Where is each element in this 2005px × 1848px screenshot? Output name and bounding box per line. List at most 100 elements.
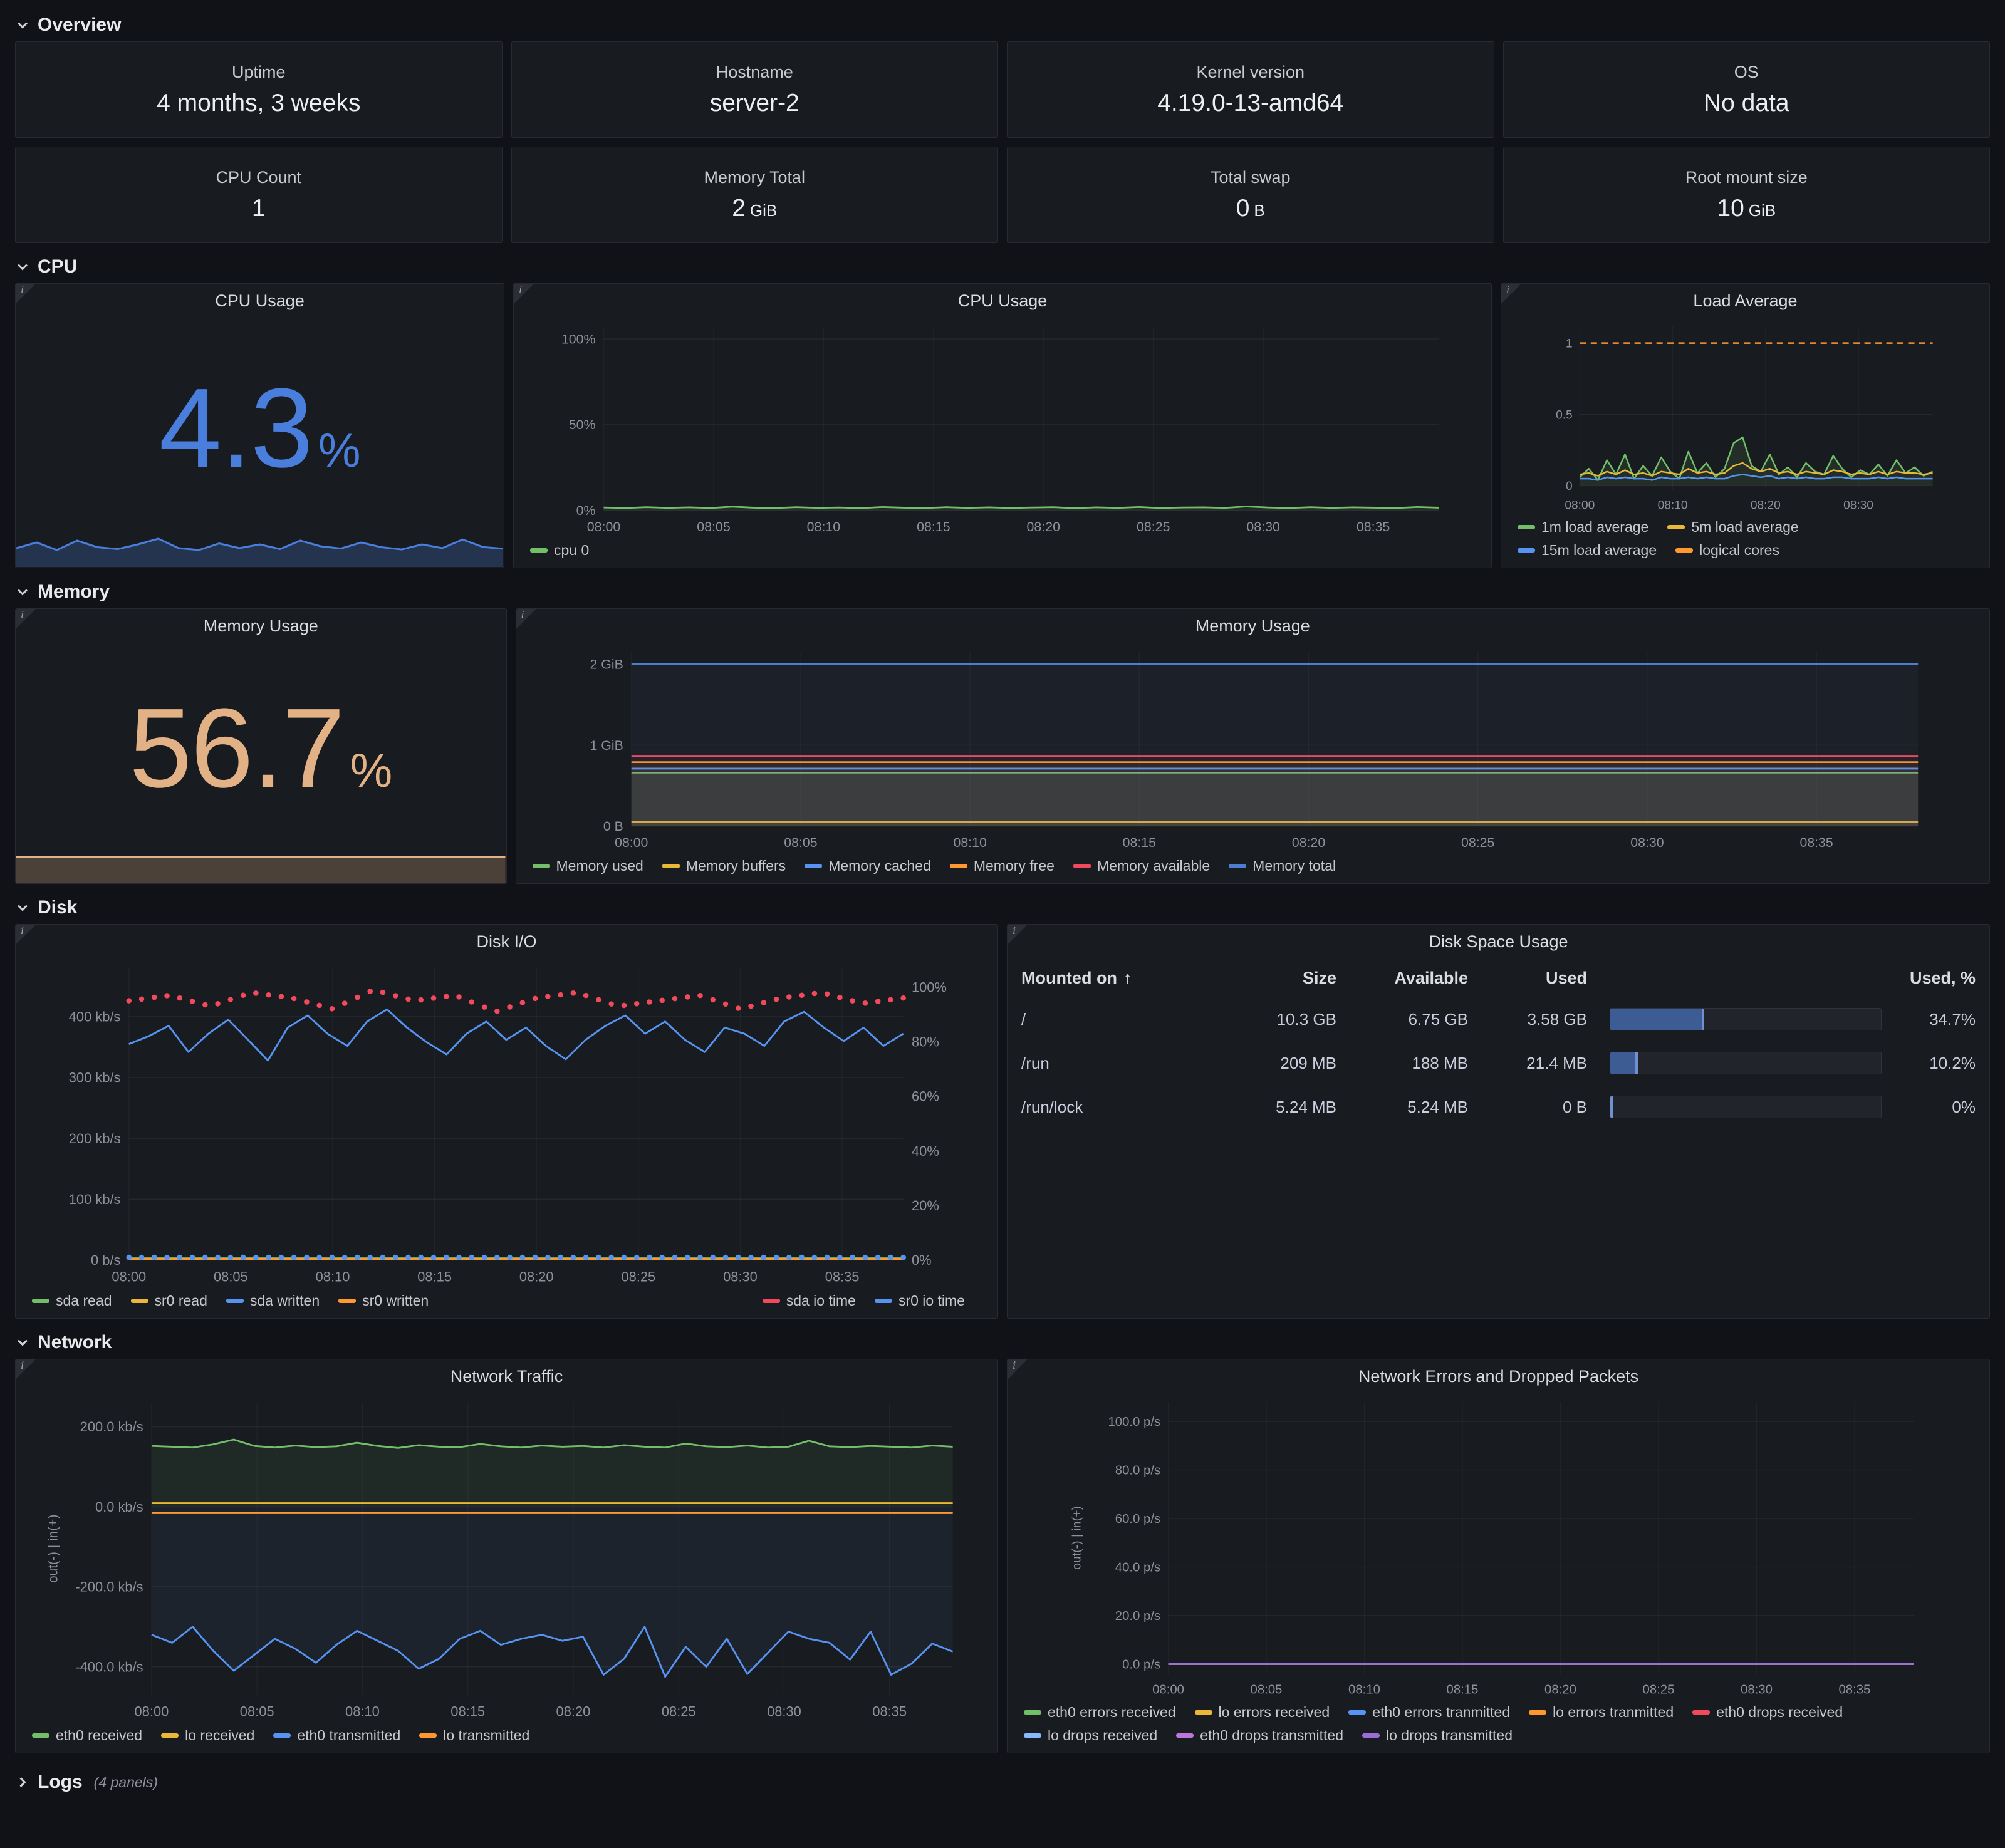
legend-item-5m-load-average[interactable]: 5m load average bbox=[1667, 519, 1798, 536]
svg-text:08:20: 08:20 bbox=[1751, 499, 1781, 512]
series-color-swatch bbox=[763, 1299, 780, 1303]
panel-header[interactable]: Network Traffic bbox=[16, 1359, 997, 1393]
legend-item-eth0-errors-received[interactable]: eth0 errors received bbox=[1024, 1704, 1176, 1721]
panel-memory-total: Memory Total 2GiB bbox=[511, 147, 999, 243]
legend-item-lo-errors-received[interactable]: lo errors received bbox=[1195, 1704, 1330, 1721]
panel-header[interactable]: Load Average bbox=[1501, 284, 1989, 318]
panel-memory-usage-chart: i Memory Usage 0 B1 GiB2 GiB08:0008:0508… bbox=[516, 608, 1991, 884]
series-color-swatch bbox=[1518, 525, 1535, 529]
svg-text:08:00: 08:00 bbox=[1152, 1683, 1184, 1697]
section-header-cpu[interactable]: CPU bbox=[15, 251, 1990, 283]
legend-item-sda-read[interactable]: sda read bbox=[32, 1292, 112, 1309]
svg-text:08:15: 08:15 bbox=[1122, 835, 1155, 850]
section-title-overview: Overview bbox=[38, 14, 121, 36]
section-header-disk[interactable]: Disk bbox=[15, 891, 1990, 924]
memory-usage-timeseries[interactable]: 0 B1 GiB2 GiB08:0008:0508:1008:1508:2008… bbox=[516, 643, 1990, 855]
panel-info-icon[interactable]: i bbox=[16, 284, 36, 304]
svg-text:08:00: 08:00 bbox=[112, 1269, 146, 1285]
section-header-overview[interactable]: Overview bbox=[15, 9, 1990, 41]
sort-ascending-icon[interactable]: ↑ bbox=[1123, 968, 1132, 988]
legend-item-Memory-available[interactable]: Memory available bbox=[1073, 858, 1210, 875]
cpu-usage-timeseries[interactable]: 0%50%100%08:0008:0508:1008:1508:2008:250… bbox=[514, 318, 1491, 539]
panel-info-icon[interactable]: i bbox=[16, 609, 36, 629]
legend-item-lo-drops-transmitted[interactable]: lo drops transmitted bbox=[1362, 1727, 1513, 1744]
legend-item-eth0-drops-transmitted[interactable]: eth0 drops transmitted bbox=[1176, 1727, 1343, 1744]
legend-item-eth0-drops-received[interactable]: eth0 drops received bbox=[1692, 1704, 1843, 1721]
panel-header[interactable]: CPU Usage bbox=[514, 284, 1491, 318]
section-header-logs[interactable]: Logs (4 panels) bbox=[15, 1766, 1990, 1799]
legend-item-sr0-written[interactable]: sr0 written bbox=[338, 1292, 429, 1309]
legend-item-Memory-used[interactable]: Memory used bbox=[533, 858, 643, 875]
legend-label: sr0 read bbox=[155, 1292, 207, 1309]
legend-label: lo received bbox=[185, 1727, 254, 1744]
panel-header[interactable]: CPU Usage bbox=[16, 284, 504, 318]
network-grid: i Network Traffic 200.0 kb/s0.0 kb/s-200… bbox=[15, 1359, 1990, 1753]
panel-info-icon[interactable]: i bbox=[1501, 284, 1521, 304]
column-header-used[interactable]: Used bbox=[1468, 968, 1587, 988]
disk-space-table: Mounted on ↑ Size Available Used Used, %… bbox=[1008, 958, 1989, 1318]
column-header-available[interactable]: Available bbox=[1336, 968, 1468, 988]
legend-item-Memory-buffers[interactable]: Memory buffers bbox=[662, 858, 786, 875]
panel-info-icon[interactable]: i bbox=[1008, 925, 1028, 945]
panel-info-icon[interactable]: i bbox=[516, 609, 536, 629]
series-color-swatch bbox=[1348, 1710, 1366, 1715]
panel-header[interactable]: Disk I/O bbox=[16, 925, 997, 958]
svg-text:60%: 60% bbox=[912, 1089, 939, 1104]
panel-header[interactable]: Disk Space Usage bbox=[1008, 925, 1989, 958]
legend-item-lo-errors-tranmitted[interactable]: lo errors tranmitted bbox=[1529, 1704, 1674, 1721]
panel-info-icon[interactable]: i bbox=[16, 925, 36, 945]
panel-header[interactable]: Memory Usage bbox=[16, 609, 506, 643]
legend-item-lo-drops-received[interactable]: lo drops received bbox=[1024, 1727, 1157, 1744]
series-color-swatch bbox=[1518, 548, 1535, 553]
legend-item-lo-transmitted[interactable]: lo transmitted bbox=[419, 1727, 529, 1744]
panel-info-icon[interactable]: i bbox=[1008, 1359, 1028, 1379]
column-header-mounted-on[interactable]: Mounted on ↑ bbox=[1021, 968, 1211, 988]
legend-item-eth0-received[interactable]: eth0 received bbox=[32, 1727, 142, 1744]
legend-item-sda-io-time[interactable]: sda io time bbox=[763, 1292, 856, 1309]
network-errors-timeseries[interactable]: 0.0 p/s20.0 p/s40.0 p/s60.0 p/s80.0 p/s1… bbox=[1008, 1393, 1989, 1701]
disk-io-timeseries[interactable]: 0 b/s100 kb/s200 kb/s300 kb/s400 kb/s0%2… bbox=[16, 958, 997, 1290]
legend-item-lo-received[interactable]: lo received bbox=[161, 1727, 254, 1744]
column-header-size[interactable]: Size bbox=[1211, 968, 1336, 988]
legend-item-eth0-errors-tranmitted[interactable]: eth0 errors tranmitted bbox=[1348, 1704, 1510, 1721]
disk-io-legend: sda read sr0 read sda written sr0 written sd… bbox=[16, 1290, 997, 1318]
legend-item-Memory-cached[interactable]: Memory cached bbox=[805, 858, 931, 875]
column-header-used-pct[interactable]: Used, % bbox=[1882, 968, 1976, 988]
legend-item-cpu-0[interactable]: cpu 0 bbox=[530, 542, 589, 559]
svg-text:08:30: 08:30 bbox=[767, 1704, 801, 1720]
panel-info-icon[interactable]: i bbox=[514, 284, 534, 304]
legend-item-1m-load-average[interactable]: 1m load average bbox=[1518, 519, 1648, 536]
svg-text:08:00: 08:00 bbox=[135, 1704, 169, 1720]
svg-text:08:25: 08:25 bbox=[662, 1704, 696, 1720]
stat-value: 4.19.0-13-amd64 bbox=[1157, 90, 1343, 117]
svg-text:08:10: 08:10 bbox=[1658, 499, 1688, 512]
legend-item-eth0-transmitted[interactable]: eth0 transmitted bbox=[273, 1727, 400, 1744]
series-color-swatch bbox=[338, 1299, 356, 1303]
legend-item-sda-written[interactable]: sda written bbox=[226, 1292, 320, 1309]
panel-cpu-usage-chart: i CPU Usage 0%50%100%08:0008:0508:1008:1… bbox=[513, 283, 1492, 568]
panel-header[interactable]: Memory Usage bbox=[516, 609, 1990, 643]
legend-item-sr0-read[interactable]: sr0 read bbox=[131, 1292, 207, 1309]
legend-item-15m-load-average[interactable]: 15m load average bbox=[1518, 542, 1657, 559]
svg-text:out(-) | in(+): out(-) | in(+) bbox=[1070, 1506, 1084, 1570]
cpu-grid: i CPU Usage 4.3% i CPU Usage 0%50%100%08… bbox=[15, 283, 1990, 568]
legend-label: Memory buffers bbox=[686, 858, 786, 875]
panel-info-icon[interactable]: i bbox=[16, 1359, 36, 1379]
svg-text:50%: 50% bbox=[569, 417, 596, 432]
section-header-network[interactable]: Network bbox=[15, 1326, 1990, 1359]
panel-load-average: i Load Average 00.5108:0008:1008:2008:30… bbox=[1501, 283, 1990, 568]
panel-header[interactable]: Network Errors and Dropped Packets bbox=[1008, 1359, 1989, 1393]
panel-uptime: Uptime 4 months, 3 weeks bbox=[15, 41, 503, 138]
legend-item-Memory-total[interactable]: Memory total bbox=[1229, 858, 1336, 875]
network-traffic-timeseries[interactable]: 200.0 kb/s0.0 kb/s-200.0 kb/s-400.0 kb/s… bbox=[16, 1393, 997, 1725]
usage-bar-fill bbox=[1610, 1009, 1704, 1030]
cell-used-pct: 10.2% bbox=[1882, 1054, 1976, 1073]
legend-item-Memory-free[interactable]: Memory free bbox=[950, 858, 1055, 875]
legend-item-sr0-io-time[interactable]: sr0 io time bbox=[875, 1292, 965, 1309]
series-color-swatch bbox=[950, 864, 967, 868]
section-header-memory[interactable]: Memory bbox=[15, 576, 1990, 608]
svg-text:0 b/s: 0 b/s bbox=[91, 1252, 120, 1268]
series-color-swatch bbox=[1073, 864, 1091, 868]
legend-item-logical-cores[interactable]: logical cores bbox=[1675, 542, 1779, 559]
load-average-timeseries[interactable]: 00.5108:0008:1008:2008:30 bbox=[1501, 318, 1989, 516]
